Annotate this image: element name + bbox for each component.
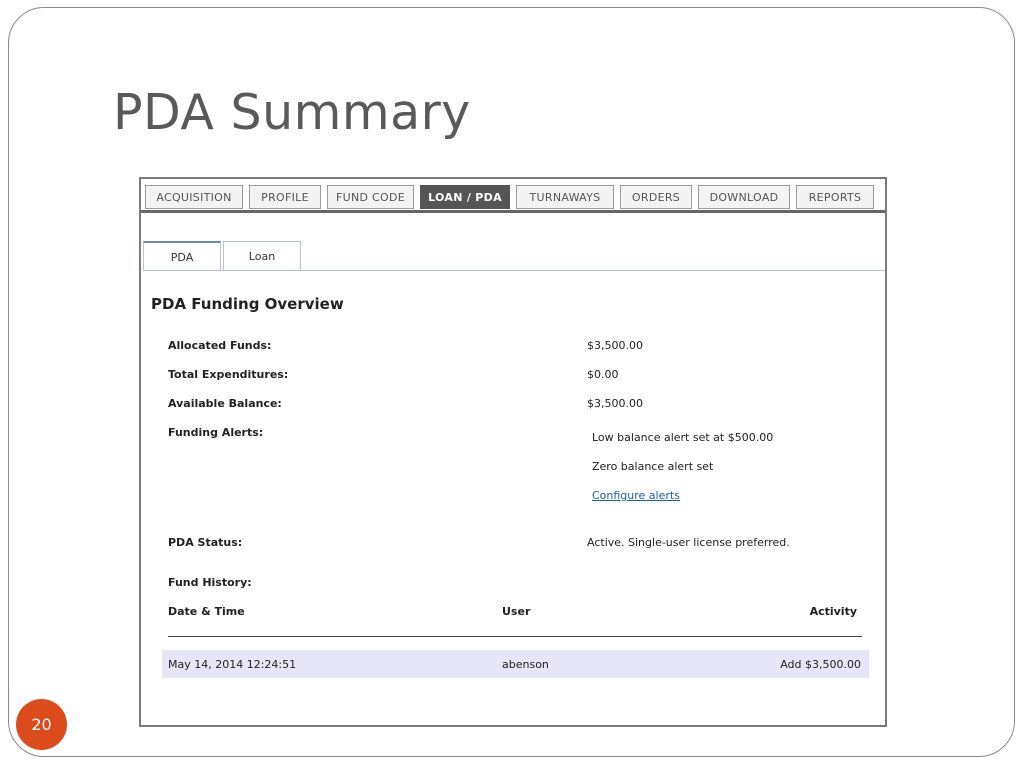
subtab-divider <box>143 270 885 271</box>
subtab-loan[interactable]: Loan <box>223 241 301 271</box>
row-activity: Add $3,500.00 <box>780 658 861 671</box>
history-header-divider <box>168 636 862 637</box>
nav-divider <box>141 210 885 213</box>
tab-acquisition[interactable]: ACQUISITION <box>145 185 243 209</box>
app-screenshot: ACQUISITION PROFILE FUND CODE LOAN / PDA… <box>139 177 887 727</box>
page-number-badge: 20 <box>16 699 67 750</box>
row-datetime: May 14, 2014 12:24:51 <box>168 658 297 671</box>
column-header-activity: Activity <box>809 605 857 618</box>
tab-loan-pda[interactable]: LOAN / PDA <box>420 185 510 209</box>
total-expenditures-value: $0.00 <box>587 368 619 381</box>
subtab-pda[interactable]: PDA <box>143 241 221 271</box>
section-title: PDA Funding Overview <box>151 295 344 313</box>
tab-turnaways[interactable]: TURNAWAYS <box>516 185 614 209</box>
column-header-date: Date & Time <box>168 605 245 618</box>
tab-profile[interactable]: PROFILE <box>249 185 321 209</box>
tab-orders[interactable]: ORDERS <box>620 185 692 209</box>
funding-alerts-label: Funding Alerts: <box>168 426 264 439</box>
allocated-funds-label: Allocated Funds: <box>168 339 272 352</box>
fund-history-label: Fund History: <box>168 576 252 589</box>
allocated-funds-value: $3,500.00 <box>587 339 643 352</box>
zero-balance-alert: Zero balance alert set <box>592 460 714 473</box>
tab-download[interactable]: DOWNLOAD <box>698 185 790 209</box>
pda-status-value: Active. Single-user license preferred. <box>587 536 790 549</box>
low-balance-alert: Low balance alert set at $500.00 <box>592 431 774 444</box>
column-header-user: User <box>502 605 531 618</box>
row-user: abenson <box>502 658 549 671</box>
available-balance-value: $3,500.00 <box>587 397 643 410</box>
available-balance-label: Available Balance: <box>168 397 282 410</box>
configure-alerts-link[interactable]: Configure alerts <box>592 489 680 502</box>
main-nav: ACQUISITION PROFILE FUND CODE LOAN / PDA… <box>145 185 874 211</box>
table-row: May 14, 2014 12:24:51 abenson Add $3,500… <box>162 650 869 678</box>
total-expenditures-label: Total Expenditures: <box>168 368 289 381</box>
tab-reports[interactable]: REPORTS <box>796 185 874 209</box>
pda-status-label: PDA Status: <box>168 536 243 549</box>
slide-title: PDA Summary <box>113 84 471 141</box>
tab-fund-code[interactable]: FUND CODE <box>327 185 414 209</box>
